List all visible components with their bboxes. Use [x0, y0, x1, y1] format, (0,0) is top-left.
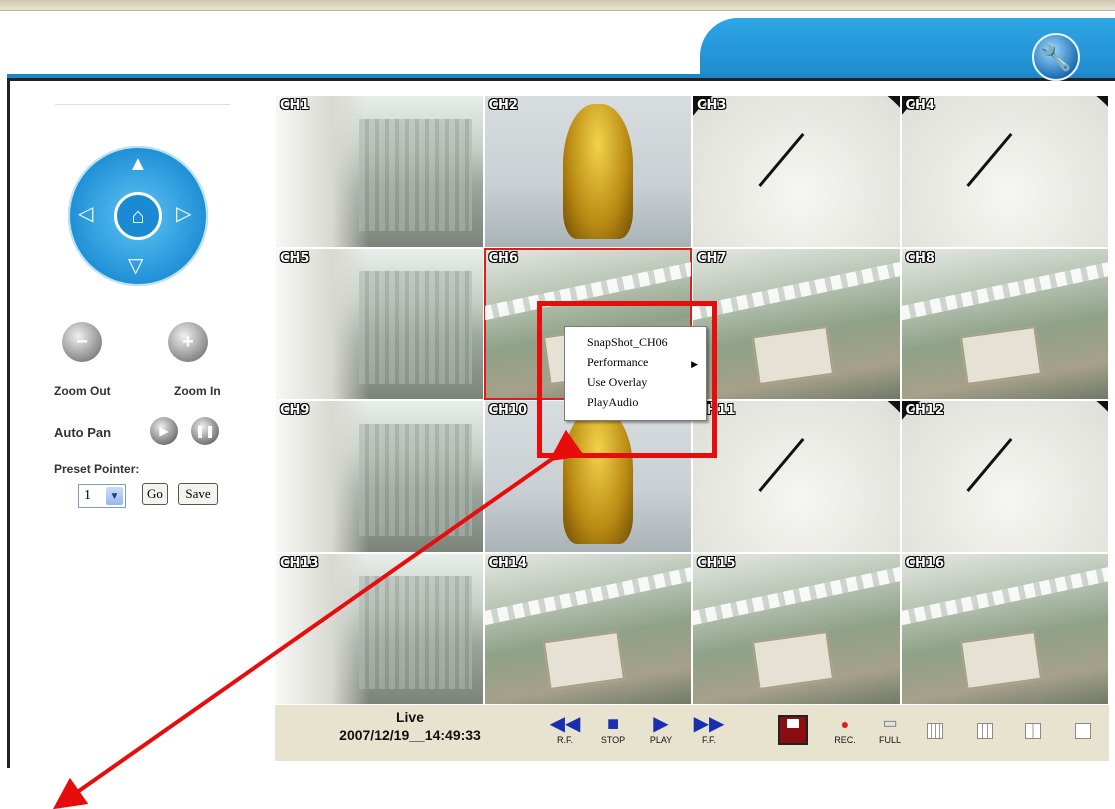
zoom-out-label: Zoom Out: [54, 384, 111, 398]
menu-item-performance[interactable]: Performance: [587, 353, 648, 371]
channel-tile-ch16[interactable]: CH16: [900, 552, 1109, 705]
fast-forward-icon: ▶▶: [693, 713, 725, 735]
layout-16-icon[interactable]: [927, 723, 943, 739]
stop-label: STOP: [600, 735, 626, 745]
zoom-in-button[interactable]: +: [168, 322, 208, 362]
fullscreen-button[interactable]: ▭ FULL: [870, 713, 910, 745]
preset-save-button[interactable]: Save: [178, 483, 218, 505]
channel-label: CH8: [905, 250, 935, 266]
layout-4-icon[interactable]: [1025, 723, 1041, 739]
play-button[interactable]: ▶ PLAY: [641, 713, 681, 745]
save-button[interactable]: [778, 715, 808, 745]
fullscreen-label: FULL: [878, 735, 901, 745]
channel-tile-ch15[interactable]: CH15: [692, 552, 901, 705]
pause-icon: ❚❚: [194, 424, 216, 438]
fast-forward-button[interactable]: ▶▶ F.F.: [689, 713, 729, 745]
zoom-out-button[interactable]: −: [62, 322, 102, 362]
ptz-right-icon[interactable]: ▷: [176, 204, 191, 224]
record-label: REC.: [834, 735, 856, 745]
play-label: PLAY: [649, 735, 673, 745]
auto-pan-label: Auto Pan: [54, 425, 112, 440]
channel-label: CH9: [280, 403, 310, 418]
stop-button[interactable]: ■ STOP: [593, 713, 633, 745]
fullscreen-icon: ▭: [882, 715, 898, 732]
channel-label: CH12: [905, 403, 945, 418]
menu-item-use-overlay[interactable]: Use Overlay: [587, 373, 647, 391]
ptz-down-icon[interactable]: ▽: [128, 256, 143, 276]
channel-label: CH1: [280, 98, 310, 113]
channel-label: CH14: [488, 555, 528, 571]
channel-tile-ch14[interactable]: CH14: [483, 552, 692, 705]
channel-label: CH3: [697, 98, 727, 113]
play-icon: ▶: [653, 713, 669, 735]
ptz-home-icon[interactable]: ⌂: [114, 192, 162, 240]
chevron-down-icon: ▼: [106, 487, 123, 505]
menu-item-snapshot[interactable]: SnapShot_CH06: [587, 333, 668, 351]
fast-forward-label: F.F.: [701, 735, 716, 745]
auto-pan-play-button[interactable]: ▶: [150, 417, 178, 445]
channel-label: CH10: [488, 403, 528, 418]
zoom-in-icon: +: [182, 330, 194, 353]
floppy-icon: [787, 719, 799, 728]
preset-value: 1: [84, 488, 91, 503]
bottom-control-bar: Live 2007/12/19__14:49:33 ◀◀ R.F. ■ STOP…: [275, 705, 1109, 761]
live-mode-label: Live: [395, 709, 424, 725]
channel-label: CH13: [280, 555, 319, 571]
channel-label: CH4: [905, 98, 935, 113]
record-icon: ●: [840, 716, 850, 732]
channel-tile-ch4[interactable]: CH4: [900, 95, 1109, 248]
auto-pan-pause-button[interactable]: ❚❚: [191, 417, 219, 445]
rewind-label: R.F.: [556, 735, 573, 745]
channel-tile-ch9[interactable]: CH9: [275, 400, 484, 553]
preset-pointer-label: Preset Pointer:: [54, 462, 140, 476]
layout-1-icon[interactable]: [1075, 723, 1091, 739]
channel-tile-ch11[interactable]: CH11: [692, 400, 901, 553]
channel-tile-ch1[interactable]: CH1: [275, 95, 484, 248]
layout-9-icon[interactable]: [977, 723, 993, 739]
preset-select[interactable]: 1 ▼: [78, 484, 126, 508]
channel-label: CH7: [697, 250, 727, 266]
channel-label: CH6: [488, 250, 518, 266]
menu-item-play-audio[interactable]: PlayAudio: [587, 393, 638, 411]
top-bar: [0, 0, 1115, 11]
channel-tile-ch7[interactable]: CH7: [692, 247, 901, 400]
channel-tile-ch3[interactable]: CH3: [692, 95, 901, 248]
channel-tile-ch8[interactable]: CH8: [900, 247, 1109, 400]
channel-tile-ch5[interactable]: CH5: [275, 247, 484, 400]
zoom-out-icon: −: [76, 330, 88, 353]
record-button[interactable]: ● REC.: [825, 713, 865, 745]
play-icon: ▶: [159, 424, 169, 438]
preset-go-button[interactable]: Go: [142, 483, 168, 505]
ptz-left-icon[interactable]: ◁: [78, 204, 93, 224]
context-menu: SnapShot_CH06 Performance ▶ Use Overlay …: [564, 326, 707, 421]
ptz-up-icon[interactable]: ▲: [128, 154, 148, 174]
wrench-icon: 🔧: [1039, 41, 1073, 72]
zoom-in-label: Zoom In: [174, 384, 221, 398]
sidebar-divider: [55, 104, 230, 105]
channel-label: CH2: [488, 98, 518, 113]
datetime-label: 2007/12/19__14:49:33: [339, 727, 481, 743]
channel-label: CH16: [905, 555, 945, 571]
channel-tile-ch2[interactable]: CH2: [483, 95, 692, 248]
submenu-arrow-icon: ▶: [691, 359, 698, 369]
stop-icon: ■: [606, 713, 620, 735]
ptz-control: ▲ ▽ ◁ ▷ ⌂: [68, 146, 208, 286]
channel-label: CH5: [280, 250, 310, 266]
settings-button[interactable]: 🔧: [1032, 33, 1080, 81]
channel-tile-ch12[interactable]: CH12: [900, 400, 1109, 553]
rewind-button[interactable]: ◀◀ R.F.: [545, 713, 585, 745]
rewind-icon: ◀◀: [549, 713, 581, 735]
channel-tile-ch13[interactable]: CH13: [275, 552, 484, 705]
channel-label: CH15: [697, 555, 736, 571]
